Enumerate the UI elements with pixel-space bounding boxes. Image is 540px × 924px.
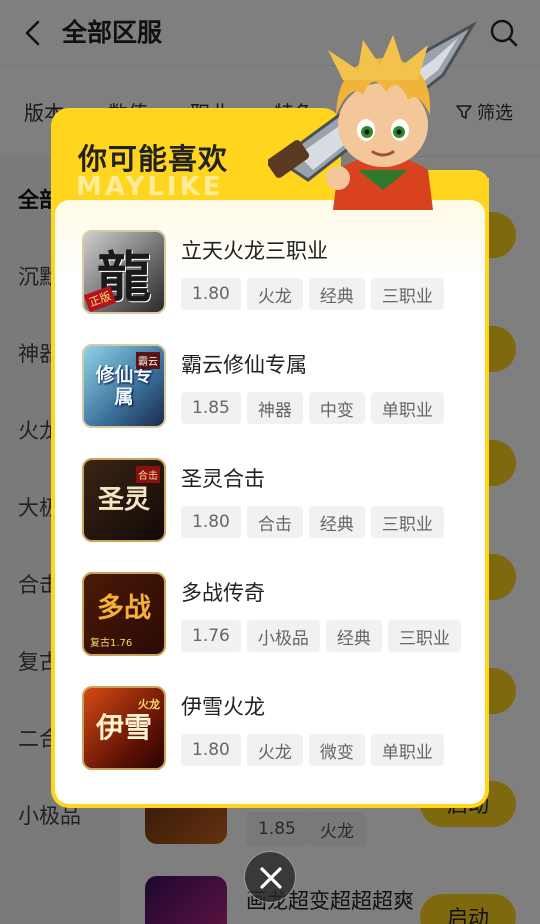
game-tag: 单职业 [370,734,444,766]
game-tag: 神器 [246,392,303,424]
game-icon: 圣灵 合击 [82,458,166,542]
modal-watermark: MAYLIKE [76,172,224,202]
game-icon: 多战 复古1.76 [82,572,166,656]
game-tag: 合击 [246,506,303,538]
game-icon-badge: 复古1.76 [90,638,133,649]
game-icon: 修仙专属 霸云 [82,344,166,428]
list-item[interactable]: 圣灵 合击 圣灵合击 1.80 合击 经典 三职业 [82,458,482,548]
game-icon: 龍 正版 [82,230,166,314]
game-tag: 1.76 [181,620,241,652]
list-item[interactable]: 伊雪 火龙 伊雪火龙 1.80 火龙 微变 单职业 [82,686,482,776]
game-tag: 1.80 [181,506,241,538]
game-icon-badge: 霸云 [136,352,160,369]
game-tag: 三职业 [387,620,461,652]
close-icon [260,867,282,889]
game-icon-badge: 火龙 [138,698,160,711]
game-tag: 小极品 [246,620,320,652]
game-tag: 微变 [308,734,365,766]
game-name: 立天火龙三职业 [181,239,328,263]
modal-content: 龍 正版 立天火龙三职业 1.80 火龙 经典 三职业 修仙专属 霸云 霸云修仙… [55,200,485,804]
game-tag: 经典 [308,278,365,310]
list-item[interactable]: 龍 正版 立天火龙三职业 1.80 火龙 经典 三职业 [82,230,482,320]
game-name: 伊雪火龙 [181,695,265,719]
list-item[interactable]: 多战 复古1.76 多战传奇 1.76 小极品 经典 三职业 [82,572,482,662]
game-tag: 经典 [308,506,365,538]
game-tag: 三职业 [370,278,444,310]
recommend-modal: 你可能喜欢 MAYLIKE 龍 正版 立天火龙三职业 1.80 火龙 经典 三职… [51,108,489,808]
game-name: 圣灵合击 [181,467,265,491]
game-icon-badge: 合击 [136,466,160,483]
list-item[interactable]: 修仙专属 霸云 霸云修仙专属 1.85 神器 中变 单职业 [82,344,482,434]
game-tag: 三职业 [370,506,444,538]
game-tag: 经典 [325,620,382,652]
game-icon: 伊雪 火龙 [82,686,166,770]
game-tag: 火龙 [246,278,303,310]
game-tag: 单职业 [370,392,444,424]
close-modal-button[interactable] [244,851,296,903]
game-tag: 中变 [308,392,365,424]
game-name: 霸云修仙专属 [181,353,307,377]
game-tag: 1.85 [181,392,241,424]
game-tag: 1.80 [181,278,241,310]
game-tag: 1.80 [181,734,241,766]
game-tag: 火龙 [246,734,303,766]
game-name: 多战传奇 [181,581,265,605]
mascot-illustration [268,20,478,210]
